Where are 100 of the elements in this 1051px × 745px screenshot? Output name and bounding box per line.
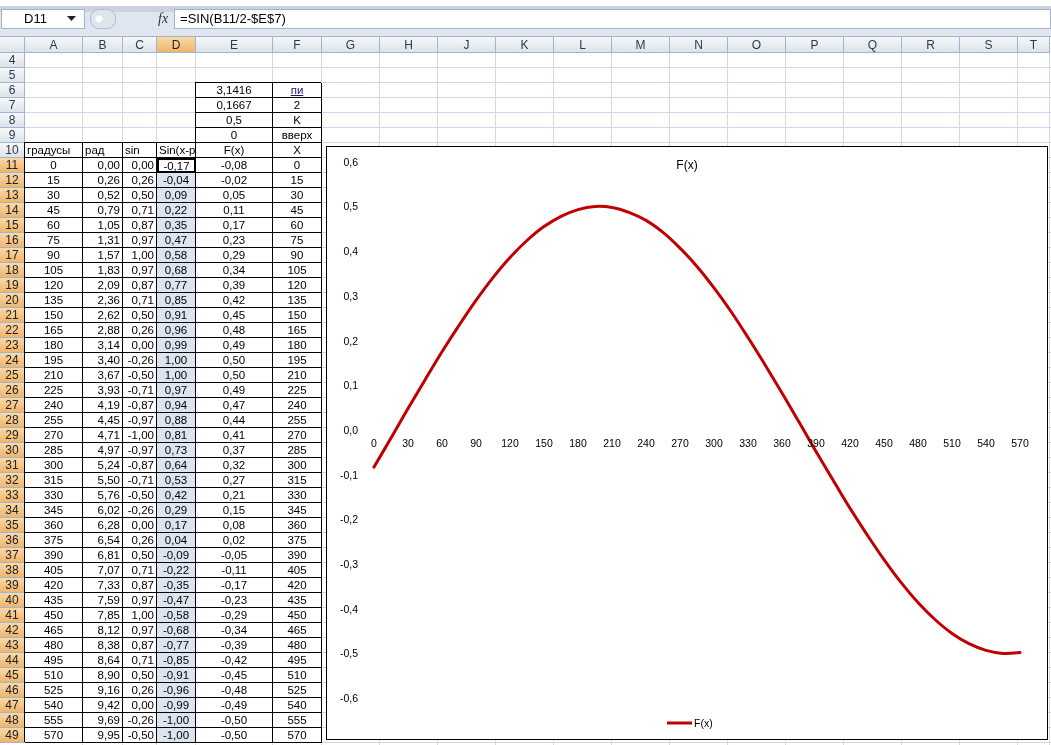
axis-tick-label: 180 [569, 437, 587, 449]
column-header[interactable]: T [1018, 37, 1050, 53]
row-header[interactable]: 15 [0, 218, 25, 233]
row-header[interactable]: 35 [0, 518, 25, 533]
axis-tick-label: 480 [909, 437, 927, 449]
row-header[interactable]: 14 [0, 203, 25, 218]
row-header[interactable]: 32 [0, 473, 25, 488]
row-header[interactable]: 46 [0, 683, 25, 698]
row-header[interactable]: 13 [0, 188, 25, 203]
row-header[interactable]: 8 [0, 113, 25, 128]
row-header[interactable]: 49 [0, 728, 25, 743]
row-header[interactable]: 25 [0, 368, 25, 383]
row-header[interactable]: 21 [0, 308, 25, 323]
row-header[interactable]: 17 [0, 248, 25, 263]
axis-tick-label: 0,3 [343, 289, 358, 302]
axis-tick-label: -0,5 [339, 647, 358, 660]
row-header[interactable]: 47 [0, 698, 25, 713]
axis-tick-label: 450 [875, 437, 893, 449]
axis-tick-label: 0,4 [343, 245, 358, 258]
axis-tick-label: 60 [436, 437, 448, 449]
axis-tick-label: 360 [773, 437, 791, 449]
column-header[interactable]: Q [844, 37, 902, 53]
column-header[interactable]: S [960, 37, 1018, 53]
row-header[interactable]: 36 [0, 533, 25, 548]
column-header[interactable]: R [902, 37, 960, 53]
column-header[interactable]: A [25, 37, 83, 53]
column-header[interactable]: H [380, 37, 438, 53]
row-header[interactable]: 20 [0, 293, 25, 308]
row-header[interactable]: 48 [0, 713, 25, 728]
column-header[interactable]: L [554, 37, 612, 53]
column-header[interactable]: J [438, 37, 496, 53]
row-header[interactable]: 19 [0, 278, 25, 293]
column-header[interactable]: K [496, 37, 554, 53]
row-header[interactable]: 38 [0, 563, 25, 578]
axis-tick-label: -0,1 [339, 468, 358, 481]
row-header[interactable]: 23 [0, 338, 25, 353]
row-header[interactable]: 16 [0, 233, 25, 248]
axis-tick-label: 90 [470, 437, 482, 449]
row-header[interactable]: 28 [0, 413, 25, 428]
row-header[interactable]: 42 [0, 623, 25, 638]
row-header[interactable]: 9 [0, 128, 25, 143]
row-header[interactable]: 43 [0, 638, 25, 653]
formula-field[interactable]: =SIN(B11/2-$E$7) [174, 8, 1051, 29]
row-header[interactable]: 44 [0, 653, 25, 668]
axis-tick-label: 150 [535, 437, 553, 449]
row-header[interactable]: 33 [0, 488, 25, 503]
row-header[interactable]: 7 [0, 98, 25, 113]
row-header[interactable]: 29 [0, 428, 25, 443]
row-header[interactable]: 31 [0, 458, 25, 473]
axis-tick-label: 0 [371, 437, 377, 449]
row-header[interactable]: 24 [0, 353, 25, 368]
row-header[interactable]: 41 [0, 608, 25, 623]
row-header[interactable]: 11 [0, 158, 25, 173]
name-box[interactable]: D11 [1, 8, 85, 29]
row-header[interactable]: 30 [0, 443, 25, 458]
row-header[interactable]: 40 [0, 593, 25, 608]
dropdown-caret-icon [67, 16, 76, 21]
row-header[interactable]: 18 [0, 263, 25, 278]
legend-label: F(x) [694, 717, 713, 729]
row-header[interactable]: 10 [0, 143, 25, 158]
axis-tick-label: 0,5 [343, 200, 358, 213]
column-header[interactable]: D [157, 37, 196, 53]
axis-tick-label: 210 [603, 437, 621, 449]
column-header[interactable]: C [123, 37, 157, 53]
row-header[interactable]: 27 [0, 398, 25, 413]
column-header[interactable]: B [83, 37, 123, 53]
column-header[interactable]: M [612, 37, 670, 53]
column-header[interactable]: O [728, 37, 786, 53]
axis-tick-label: 240 [637, 437, 655, 449]
axis-tick-label: 0,1 [343, 379, 358, 392]
axis-tick-label: -0,6 [339, 692, 358, 705]
axis-tick-label: 540 [977, 437, 995, 449]
column-header[interactable]: N [670, 37, 728, 53]
axis-tick-label: -0,4 [339, 602, 358, 615]
insert-function-button[interactable]: fx [154, 10, 173, 27]
chart-title: F(x) [676, 158, 698, 172]
table-cell: -0,50 [123, 728, 157, 743]
row-header[interactable]: 45 [0, 668, 25, 683]
table-cell: -0,50 [196, 728, 273, 743]
row-header[interactable]: 22 [0, 323, 25, 338]
axis-tick-label: 570 [1011, 437, 1029, 449]
row-header[interactable]: 5 [0, 68, 25, 83]
table-cell: 570 [25, 728, 83, 743]
column-header[interactable]: F [273, 37, 322, 53]
row-header[interactable]: 6 [0, 83, 25, 98]
row-header[interactable]: 12 [0, 173, 25, 188]
column-header[interactable]: G [322, 37, 380, 53]
column-header[interactable]: E [196, 37, 273, 53]
axis-tick-label: -0,2 [339, 513, 358, 526]
row-header[interactable]: 26 [0, 383, 25, 398]
axis-tick-label: 420 [841, 437, 859, 449]
column-header[interactable]: P [786, 37, 844, 53]
row-header[interactable]: 37 [0, 548, 25, 563]
row-header[interactable]: 39 [0, 578, 25, 593]
row-header[interactable]: 4 [0, 53, 25, 68]
splitter-handle[interactable] [90, 8, 116, 29]
axis-tick-label: 300 [705, 437, 723, 449]
select-all-button[interactable] [0, 37, 25, 53]
axis-tick-label: 510 [943, 437, 961, 449]
row-header[interactable]: 34 [0, 503, 25, 518]
